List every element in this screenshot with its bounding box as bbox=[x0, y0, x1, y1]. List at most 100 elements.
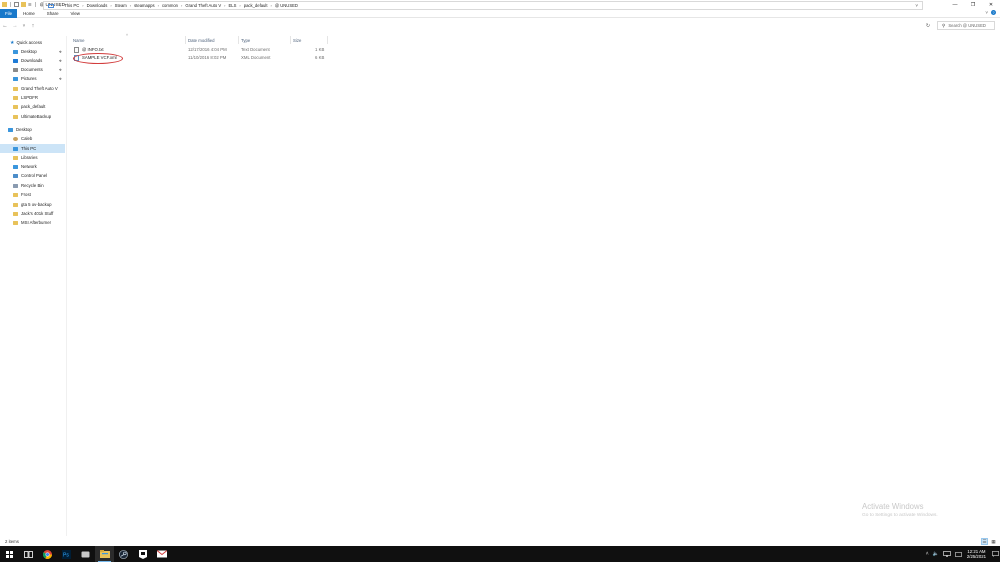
column-divider[interactable] bbox=[327, 36, 328, 44]
breadcrumb-separator[interactable]: › bbox=[224, 3, 225, 8]
nav-item-label: Pictures bbox=[21, 76, 37, 81]
breadcrumb-pack-default[interactable]: pack_default bbox=[244, 3, 268, 8]
taskbar-chrome[interactable] bbox=[38, 546, 57, 562]
file-explorer-icon bbox=[99, 550, 110, 558]
nav-pictures[interactable]: Pictures ❖ bbox=[0, 74, 65, 83]
taskbar-file-explorer[interactable] bbox=[95, 546, 114, 562]
app-icon bbox=[81, 551, 90, 557]
tab-file[interactable]: File bbox=[0, 8, 18, 18]
taskbar-photoshop[interactable]: Ps bbox=[57, 546, 76, 562]
taskbar-steam[interactable] bbox=[114, 546, 133, 562]
quick-access-dropdown-icon[interactable]: ☰ bbox=[28, 2, 32, 7]
tab-home[interactable]: Home bbox=[17, 9, 41, 18]
recent-locations-button[interactable]: ˅ bbox=[20, 21, 28, 31]
close-button[interactable]: ✕ bbox=[982, 0, 1000, 9]
documents-icon bbox=[13, 67, 18, 72]
nav-item-label: Libraries bbox=[21, 155, 38, 160]
start-button[interactable] bbox=[0, 546, 19, 562]
nav-item-label: Caleb bbox=[21, 136, 33, 141]
nav-ultimatebackup[interactable]: UltimateBackup bbox=[0, 112, 65, 121]
breadcrumb-separator[interactable]: › bbox=[239, 3, 240, 8]
notification-center-button[interactable] bbox=[991, 546, 1000, 562]
refresh-button[interactable]: ↻ bbox=[923, 21, 933, 30]
breadcrumb-unused[interactable]: @ UNUSED bbox=[275, 3, 298, 8]
taskbar-mail[interactable] bbox=[152, 546, 171, 562]
address-bar[interactable]: › This PC › Downloads › Steam › steamapp… bbox=[43, 1, 923, 10]
epic-games-icon bbox=[138, 549, 147, 559]
nav-libraries[interactable]: Libraries bbox=[0, 153, 65, 162]
nav-caleb[interactable]: Caleb bbox=[0, 134, 65, 143]
help-icon[interactable]: ? bbox=[991, 10, 996, 15]
nav-lspdfr[interactable]: LSPDFR bbox=[0, 93, 65, 102]
breadcrumb-separator[interactable]: › bbox=[110, 3, 111, 8]
taskbar-clock[interactable]: 12:21 AM 2/25/2021 bbox=[967, 549, 986, 560]
breadcrumb-steamapps[interactable]: steamapps bbox=[134, 3, 154, 8]
taskbar-app[interactable] bbox=[76, 546, 95, 562]
column-header-type[interactable]: Type bbox=[241, 36, 250, 44]
breadcrumb-separator[interactable]: › bbox=[130, 3, 131, 8]
nav-gta-5-ov-backup[interactable]: gta 5 ov-backup bbox=[0, 200, 65, 209]
keyboard-tray-icon[interactable] bbox=[954, 551, 962, 558]
nav-grand-theft-auto-v[interactable]: Grand Theft Auto V bbox=[0, 84, 65, 93]
libraries-icon bbox=[13, 155, 18, 160]
nav-desktop-pinned[interactable]: Desktop ❖ bbox=[0, 47, 65, 56]
breadcrumb-this-pc[interactable]: This PC bbox=[64, 3, 79, 8]
large-icons-view-icon[interactable]: ▦ bbox=[990, 538, 997, 545]
column-header-date-modified[interactable]: Date modified bbox=[188, 36, 215, 44]
restore-button[interactable]: ❐ bbox=[964, 0, 982, 9]
pane-splitter[interactable] bbox=[66, 36, 67, 536]
nav-pack-default[interactable]: pack_default bbox=[0, 102, 65, 111]
pin-icon: ❖ bbox=[58, 76, 62, 81]
nav-documents[interactable]: Documents ❖ bbox=[0, 65, 65, 74]
search-box[interactable]: ⚲ Search @ UNUSED bbox=[937, 21, 995, 30]
nav-recycle-bin[interactable]: Recycle Bin bbox=[0, 181, 65, 190]
nav-item-label: Documents bbox=[21, 67, 43, 72]
nav-desktop[interactable]: Desktop bbox=[0, 125, 65, 134]
taskbar-epic-games[interactable] bbox=[133, 546, 152, 562]
folder-icon bbox=[13, 220, 18, 225]
breadcrumb-separator[interactable]: › bbox=[158, 3, 159, 8]
divider bbox=[10, 2, 11, 7]
breadcrumb-separator[interactable]: › bbox=[82, 3, 83, 8]
breadcrumb-separator[interactable]: › bbox=[270, 3, 271, 8]
column-header-name[interactable]: Name bbox=[73, 36, 84, 44]
volume-icon[interactable]: 🔈 bbox=[933, 551, 939, 557]
properties-icon[interactable] bbox=[14, 2, 19, 7]
breadcrumb-separator[interactable]: › bbox=[181, 3, 182, 8]
breadcrumb-downloads[interactable]: Downloads bbox=[87, 3, 108, 8]
file-name: @ INFO.txt bbox=[82, 47, 104, 52]
breadcrumb-common[interactable]: common bbox=[162, 3, 178, 8]
nav-quick-access[interactable]: ★ Quick access bbox=[0, 38, 65, 47]
nav-network[interactable]: Network bbox=[0, 162, 65, 171]
show-hidden-icons-button[interactable]: ˄ bbox=[926, 551, 929, 557]
details-view-icon[interactable]: ☰ bbox=[981, 538, 988, 545]
breadcrumb-gta-v[interactable]: Grand Theft Auto V bbox=[185, 3, 221, 8]
nav-frost[interactable]: Frost bbox=[0, 190, 65, 199]
minimize-button[interactable]: — bbox=[946, 0, 964, 9]
recycle-bin-icon bbox=[13, 183, 18, 188]
column-header-size[interactable]: Size bbox=[293, 36, 301, 44]
nav-item-label: Jack's 401k Stuff bbox=[21, 211, 54, 216]
nav-item-label: MSI Afterburner bbox=[21, 220, 52, 225]
address-dropdown-icon[interactable]: ˅ bbox=[915, 3, 918, 8]
nav-jacks-401k-stuff[interactable]: Jack's 401k Stuff bbox=[0, 209, 65, 218]
back-button[interactable]: ← bbox=[0, 21, 10, 31]
nav-control-panel[interactable]: Control Panel bbox=[0, 171, 65, 180]
up-button[interactable]: ↑ bbox=[28, 21, 38, 31]
column-divider[interactable] bbox=[290, 36, 291, 44]
nav-this-pc[interactable]: This PC bbox=[0, 144, 65, 153]
breadcrumb-els[interactable]: ELS bbox=[228, 3, 236, 8]
column-divider[interactable] bbox=[185, 36, 186, 44]
expand-ribbon-icon[interactable]: ˅ bbox=[985, 10, 988, 15]
nav-downloads[interactable]: Downloads ❖ bbox=[0, 56, 65, 65]
forward-button[interactable]: → bbox=[10, 21, 20, 31]
pc-icon bbox=[13, 146, 18, 151]
nav-item-label: UltimateBackup bbox=[21, 114, 52, 119]
network-tray-icon[interactable] bbox=[943, 551, 951, 557]
task-view-button[interactable] bbox=[19, 546, 38, 562]
new-folder-icon[interactable] bbox=[21, 2, 26, 7]
breadcrumb-separator: › bbox=[60, 3, 62, 8]
column-divider[interactable] bbox=[238, 36, 239, 44]
breadcrumb-steam[interactable]: Steam bbox=[115, 3, 127, 8]
nav-msi-afterburner[interactable]: MSI Afterburner bbox=[0, 218, 65, 227]
